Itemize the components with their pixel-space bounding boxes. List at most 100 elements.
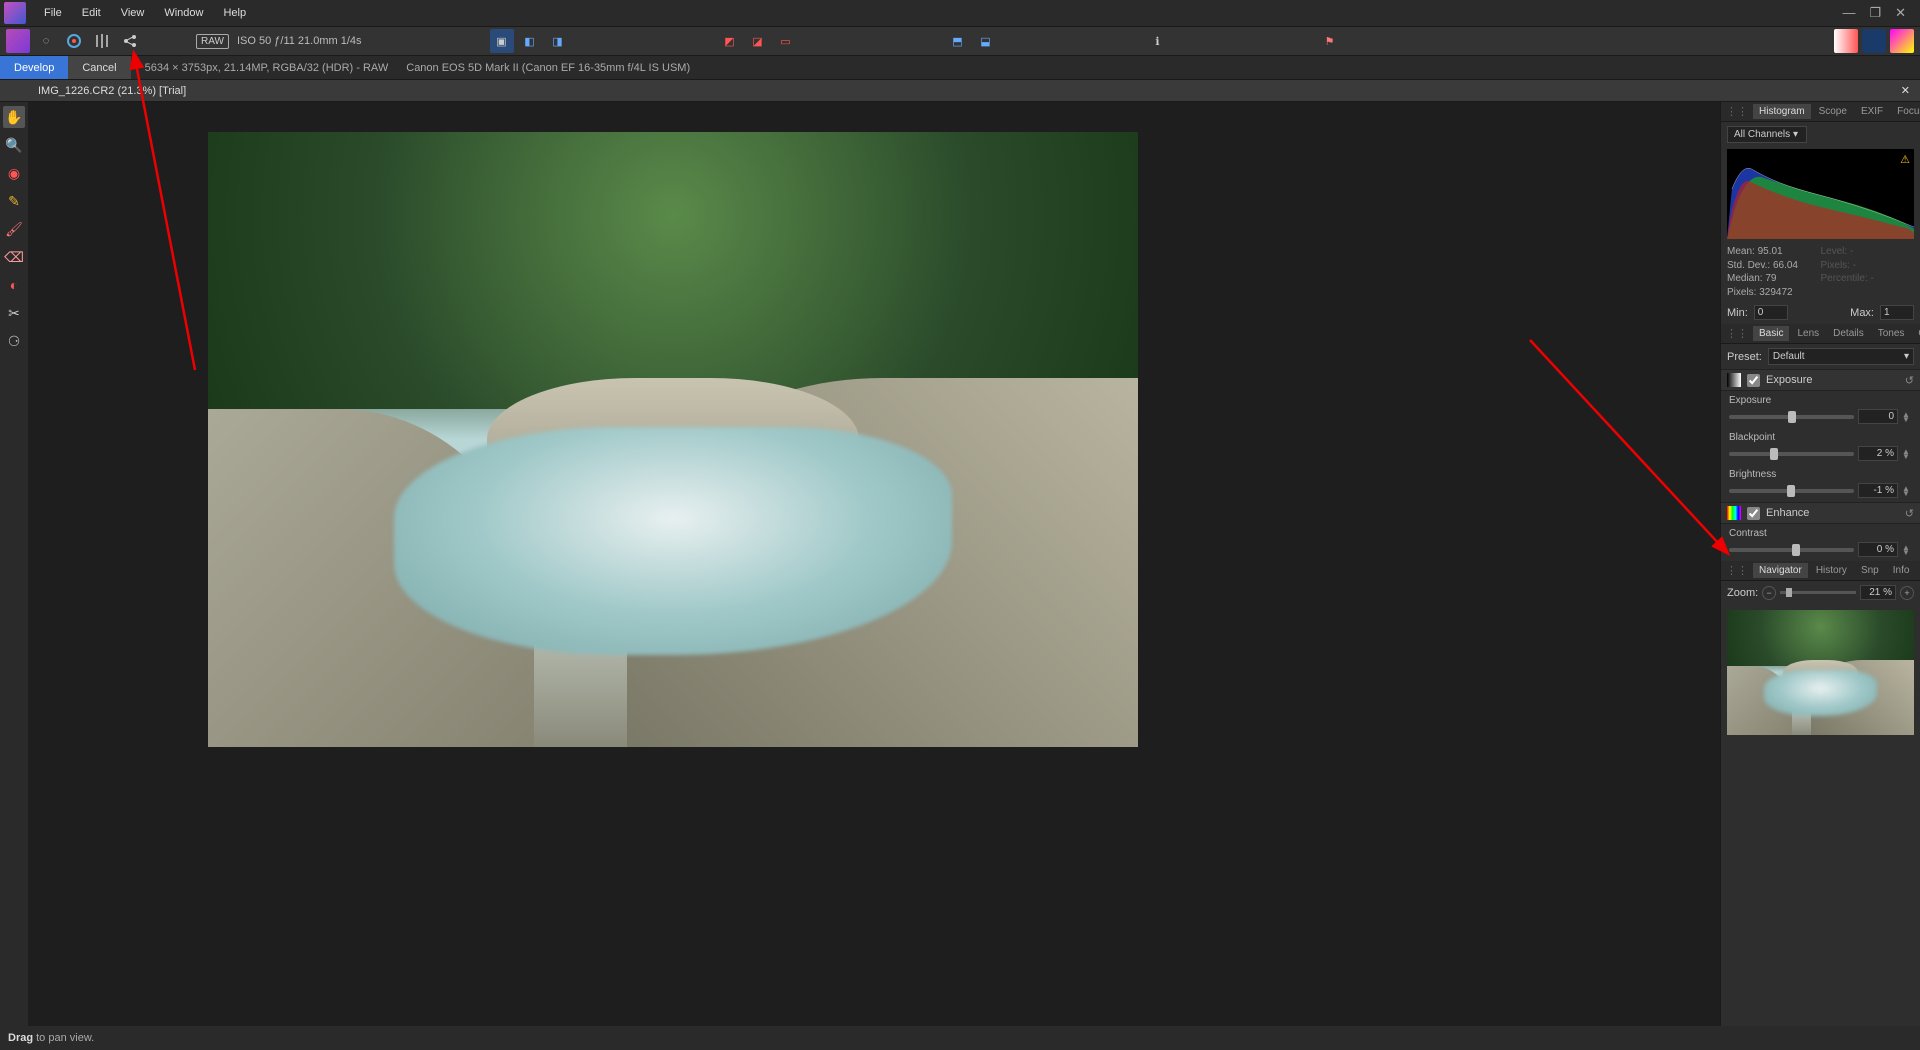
single-view-icon[interactable]: ▣ <box>490 29 514 53</box>
blemish-tool-icon[interactable]: ✎ <box>3 190 25 212</box>
menu-window[interactable]: Window <box>154 3 213 23</box>
menu-help[interactable]: Help <box>213 3 256 23</box>
tab-focus[interactable]: Focus <box>1891 104 1920 119</box>
enhance-section-label: Enhance <box>1766 507 1809 519</box>
navigator-panel-tabs: ⋮⋮ Navigator History Snp Info 32P ≡ <box>1721 561 1920 581</box>
zoom-out-button[interactable]: − <box>1762 586 1776 600</box>
contrast-stepper[interactable]: ▲▼ <box>1902 545 1912 555</box>
blackpoint-value[interactable] <box>1858 446 1898 461</box>
document-image <box>208 132 1138 747</box>
zoom-tool-icon[interactable]: 🔍 <box>3 134 25 156</box>
orientation-left-icon[interactable]: ⬒ <box>946 29 970 53</box>
cancel-button[interactable]: Cancel <box>68 56 130 79</box>
preset-select[interactable]: Default▾ <box>1768 348 1914 365</box>
crop-tool-icon[interactable]: ✂ <box>3 302 25 324</box>
min-input[interactable] <box>1754 305 1788 320</box>
histogram-display[interactable]: ⚠ <box>1727 149 1914 239</box>
overlay-gradient-tool-icon[interactable]: ◐ <box>3 274 25 296</box>
contrast-slider[interactable] <box>1729 548 1854 552</box>
tab-exif[interactable]: EXIF <box>1855 104 1889 119</box>
stat-stddev: 66.04 <box>1773 260 1798 271</box>
mirror-icon[interactable] <box>90 29 114 53</box>
window-close-icon[interactable]: ✕ <box>1895 5 1906 21</box>
histogram-warning-icon: ⚠ <box>1900 153 1910 166</box>
color-target-icon[interactable] <box>62 29 86 53</box>
tab-navigator[interactable]: Navigator <box>1753 563 1808 578</box>
redeye-tool-icon[interactable]: ◉ <box>3 162 25 184</box>
tab-histogram[interactable]: Histogram <box>1753 104 1811 119</box>
window-minimize-icon[interactable]: — <box>1842 5 1855 21</box>
brightness-slider[interactable] <box>1729 489 1854 493</box>
orientation-right-icon[interactable]: ⬓ <box>974 29 998 53</box>
mirror-view-icon[interactable]: ◨ <box>546 29 570 53</box>
exposure-slider-label: Exposure <box>1729 395 1912 406</box>
menu-file[interactable]: File <box>34 3 72 23</box>
white-balance-tool-icon[interactable]: ⚆ <box>3 330 25 352</box>
develop-button[interactable]: Develop <box>0 56 68 79</box>
menu-view[interactable]: View <box>111 3 155 23</box>
zoom-value[interactable] <box>1860 585 1896 600</box>
swatch-b-icon[interactable] <box>1862 29 1886 53</box>
exposure-swatch-icon <box>1727 373 1741 387</box>
reset-enhance-icon[interactable]: ↺ <box>1905 507 1914 520</box>
tab-details[interactable]: Details <box>1827 326 1870 341</box>
canvas-viewport[interactable] <box>28 102 1720 1026</box>
overlay-paint-tool-icon[interactable]: 🖌 <box>3 218 25 240</box>
blackpoint-stepper[interactable]: ▲▼ <box>1902 449 1912 459</box>
tab-snapshots[interactable]: Snp <box>1855 563 1885 578</box>
exposure-slider[interactable] <box>1729 415 1854 419</box>
channel-select[interactable]: All Channels▾ <box>1727 126 1807 143</box>
menu-edit[interactable]: Edit <box>72 3 111 23</box>
tab-scope[interactable]: Scope <box>1813 104 1853 119</box>
zoom-slider[interactable] <box>1780 591 1856 594</box>
navigator-thumbnail[interactable] <box>1727 610 1914 735</box>
tab-basic[interactable]: Basic <box>1753 326 1789 341</box>
exposure-section-header[interactable]: Exposure ↺ <box>1721 369 1920 391</box>
split-view-icon[interactable]: ◧ <box>518 29 542 53</box>
blackpoint-slider[interactable] <box>1729 452 1854 456</box>
max-label: Max: <box>1850 307 1874 319</box>
swatch-c-icon[interactable] <box>1890 29 1914 53</box>
clip-shadows-icon[interactable]: ◩ <box>718 29 742 53</box>
info-icon[interactable]: ℹ <box>1146 29 1170 53</box>
brightness-value[interactable] <box>1858 483 1898 498</box>
reset-exposure-icon[interactable]: ↺ <box>1905 374 1914 387</box>
blackpoint-slider-label: Blackpoint <box>1729 432 1912 443</box>
tab-lens[interactable]: Lens <box>1791 326 1825 341</box>
clip-tones-icon[interactable]: ▭ <box>774 29 798 53</box>
sync-icon[interactable]: ◌ <box>34 29 58 53</box>
contrast-value[interactable] <box>1858 542 1898 557</box>
document-title: IMG_1226.CR2 (21.3%) [Trial] <box>38 85 186 97</box>
window-maximize-icon[interactable]: ❐ <box>1869 5 1881 21</box>
zoom-label: Zoom: <box>1727 587 1758 599</box>
exposure-stepper[interactable]: ▲▼ <box>1902 412 1912 422</box>
histogram-panel-tabs: ⋮⋮ Histogram Scope EXIF Focus ≡ <box>1721 102 1920 122</box>
brightness-slider-label: Brightness <box>1729 469 1912 480</box>
document-tab[interactable]: IMG_1226.CR2 (21.3%) [Trial] ✕ <box>28 80 1920 101</box>
max-input[interactable] <box>1880 305 1914 320</box>
raw-badge: RAW <box>196 34 229 49</box>
tab-overlays[interactable]: Overlays <box>1912 326 1920 341</box>
hand-tool-icon[interactable]: ✋ <box>3 106 25 128</box>
stat-pixels: 329472 <box>1759 287 1792 298</box>
tab-tones[interactable]: Tones <box>1872 326 1911 341</box>
clip-highlights-icon[interactable]: ◪ <box>746 29 770 53</box>
exposure-value[interactable] <box>1858 409 1898 424</box>
share-icon[interactable] <box>118 29 142 53</box>
tab-history[interactable]: History <box>1810 563 1853 578</box>
enhance-toggle[interactable] <box>1747 507 1760 520</box>
enhance-section-header[interactable]: Enhance ↺ <box>1721 502 1920 524</box>
crop-warning-icon[interactable]: ⚑ <box>1318 29 1342 53</box>
image-dimensions-info: 5634 × 3753px, 21.14MP, RGBA/32 (HDR) - … <box>145 62 389 74</box>
close-document-icon[interactable]: ✕ <box>1901 84 1910 97</box>
persona-icon[interactable] <box>6 29 30 53</box>
brightness-stepper[interactable]: ▲▼ <box>1902 486 1912 496</box>
overlay-erase-tool-icon[interactable]: ⌫ <box>3 246 25 268</box>
zoom-in-button[interactable]: + <box>1900 586 1914 600</box>
exposure-toggle[interactable] <box>1747 374 1760 387</box>
develop-panel-tabs: ⋮⋮ Basic Lens Details Tones Overlays ≡ <box>1721 324 1920 344</box>
app-logo-icon <box>4 2 26 24</box>
action-tab-row: Develop Cancel 5634 × 3753px, 21.14MP, R… <box>0 56 1920 80</box>
tab-info[interactable]: Info <box>1887 563 1916 578</box>
swatch-a-icon[interactable] <box>1834 29 1858 53</box>
